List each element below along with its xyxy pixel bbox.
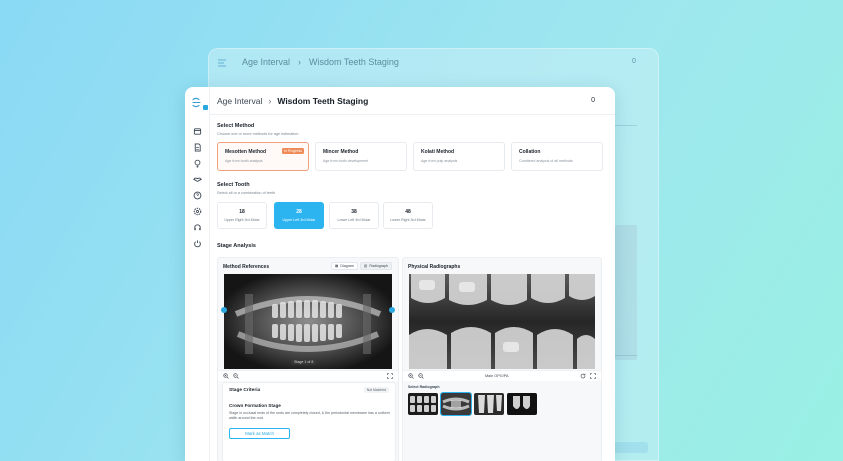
method-name: Mincer Method: [323, 149, 359, 155]
radiograph-thumbnail-selected[interactable]: [440, 392, 472, 416]
mark-as-match-button[interactable]: Mark as Match: [229, 428, 290, 439]
stage-indicator: Stage 1 of 8: [291, 359, 317, 365]
tooth-label: Lower Right 3rd Molar: [390, 218, 426, 222]
method-card-collation[interactable]: Collation Combined analysis of all metho…: [511, 142, 603, 171]
toggle-diagram[interactable]: ▦ Diagram: [331, 262, 358, 270]
stage-criteria-card: Stage Criteria Not Matched Crown Formati…: [222, 382, 396, 461]
match-status-badge: Not Matched: [363, 387, 389, 393]
method-references-title: Method References: [223, 264, 270, 270]
stage-name: Crown Formation Stage: [229, 403, 281, 408]
method-name: Collation: [519, 149, 541, 155]
background-logo-icon: [216, 57, 228, 72]
method-card-mincer[interactable]: Mincer Method Age from tooth development: [315, 142, 407, 171]
tooth-card-38[interactable]: 38 Lower Left 3rd Molar: [329, 202, 379, 229]
reference-toolbar: [218, 370, 398, 381]
fullscreen-icon[interactable]: [387, 373, 393, 379]
method-card-mesotten[interactable]: Mesotten Method In Progress Age from too…: [217, 142, 309, 171]
tooth-card-48[interactable]: 48 Lower Right 3rd Molar: [383, 202, 433, 229]
toggle-radiograph-label: Radiograph: [369, 264, 388, 268]
notification-count[interactable]: 0: [591, 97, 595, 104]
zoom-in-icon[interactable]: [408, 373, 414, 379]
method-description: Age from tooth analysis: [225, 159, 263, 163]
bitewing-radiograph: [409, 274, 595, 369]
stage-criteria-title: Stage Criteria: [229, 388, 261, 393]
method-name: Kolati Method: [421, 149, 455, 155]
main-window: Age Interval › Wisdom Teeth Staging 0 Se…: [185, 87, 615, 461]
physical-radiographs-panel: Physical Radiographs Main OPG/PA Select …: [402, 257, 602, 461]
toggle-radiograph[interactable]: ▥ Radiograph: [360, 262, 392, 270]
settings-icon[interactable]: [193, 207, 202, 216]
icon-sidebar: [185, 87, 210, 461]
breadcrumb-parent[interactable]: Age Interval: [217, 96, 262, 106]
status-badge: In Progress: [282, 148, 304, 154]
background-divider: [615, 355, 637, 356]
select-method-title: Select Method: [217, 123, 255, 129]
tooth-card-18[interactable]: 18 Upper Right 3rd Molar: [217, 202, 267, 229]
panoramic-radiograph: [224, 274, 392, 369]
power-icon[interactable]: [193, 239, 202, 248]
help-icon[interactable]: [193, 191, 202, 200]
background-panel: [615, 225, 637, 360]
fullscreen-icon[interactable]: [590, 373, 596, 379]
tooth-number: 18: [239, 209, 245, 215]
tooth-label: Lower Left 3rd Molar: [337, 218, 371, 222]
zoom-out-icon[interactable]: [233, 373, 239, 379]
select-tooth-title: Select Tooth: [217, 182, 250, 188]
view-toggle: ▦ Diagram ▥ Radiograph: [331, 262, 392, 270]
diagram-icon: ▦: [335, 264, 339, 268]
tooth-number: 48: [405, 209, 411, 215]
method-card-kolati[interactable]: Kolati Method Age from pulp analysis: [413, 142, 505, 171]
method-description: Age from tooth development: [323, 159, 369, 163]
stage-description: Stage in occlusal ends of the roots are …: [229, 411, 390, 420]
method-references-panel: Method References ▦ Diagram ▥ Radiograph: [217, 257, 399, 461]
refresh-icon[interactable]: [580, 373, 586, 379]
zoom-in-icon[interactable]: [223, 373, 229, 379]
radiograph-thumbnail[interactable]: [507, 393, 537, 415]
tooth-card-28[interactable]: 28 Upper Left 3rd Molar: [274, 202, 324, 229]
select-method-subtitle: Choose one or more methods for age estim…: [217, 132, 299, 136]
bulb-icon[interactable]: [193, 159, 202, 168]
next-stage-button[interactable]: [389, 307, 395, 313]
breadcrumb-separator: ›: [268, 96, 272, 106]
tooth-label: Upper Right 3rd Molar: [224, 218, 260, 222]
stage-analysis-title: Stage Analysis: [217, 243, 256, 249]
content-area: Select Method Choose one or more methods…: [210, 115, 615, 461]
radiograph-thumbnail[interactable]: [474, 393, 504, 415]
file-icon[interactable]: [193, 143, 202, 152]
background-button: [612, 442, 648, 453]
previous-stage-button[interactable]: [221, 307, 227, 313]
zoom-out-icon[interactable]: [418, 373, 424, 379]
select-tooth-subtitle: Select all or a combination of teeth: [217, 191, 276, 195]
tooth-label: Upper Left 3rd Molar: [282, 218, 316, 222]
headset-icon[interactable]: [193, 223, 202, 232]
select-radiograph-label: Select Radiograph: [408, 385, 440, 389]
radiograph-thumbnail[interactable]: [408, 393, 438, 415]
cube-icon[interactable]: [193, 127, 202, 136]
tooth-icon[interactable]: [193, 175, 202, 184]
background-count: 0: [632, 58, 636, 65]
logo-badge: [203, 105, 208, 110]
method-description: Age from pulp analysis: [421, 159, 458, 163]
image-label: Main OPG/PA: [485, 374, 509, 378]
tooth-number: 38: [351, 209, 357, 215]
background-breadcrumb: Age Interval › Wisdom Teeth Staging: [242, 57, 399, 67]
background-breadcrumb-current: Wisdom Teeth Staging: [309, 57, 399, 67]
tooth-number: 28: [296, 209, 302, 215]
radiograph-icon: ▥: [364, 264, 368, 268]
header-bar: Age Interval › Wisdom Teeth Staging 0: [210, 87, 615, 115]
physical-radiographs-title: Physical Radiographs: [408, 264, 461, 270]
method-description: Combined analysis of all methods: [519, 159, 573, 163]
background-divider: [615, 125, 637, 126]
toggle-diagram-label: Diagram: [340, 264, 354, 268]
background-breadcrumb-sep: ›: [298, 57, 302, 67]
method-name: Mesotten Method: [225, 149, 267, 155]
breadcrumb: Age Interval › Wisdom Teeth Staging: [217, 96, 368, 106]
radiograph-toolbar: Main OPG/PA: [403, 370, 601, 381]
background-breadcrumb-parent: Age Interval: [242, 57, 291, 67]
page-title: Wisdom Teeth Staging: [277, 96, 369, 106]
